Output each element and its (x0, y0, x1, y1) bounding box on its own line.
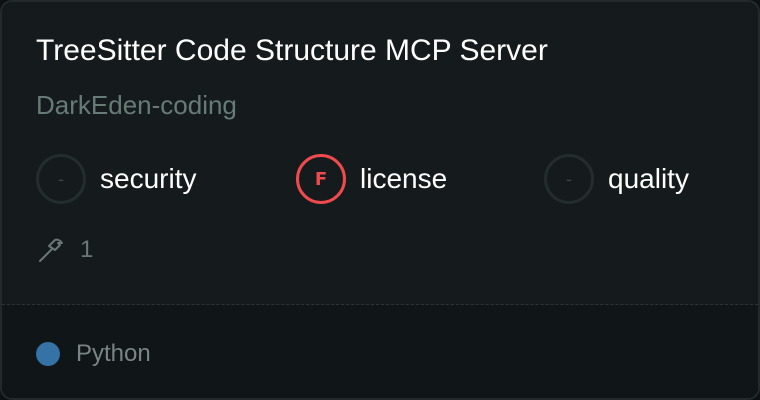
score-badges: - security F license - quality (2, 154, 758, 204)
license-badge[interactable]: F license (296, 154, 447, 204)
license-grade: F (296, 154, 346, 204)
card-footer: Python (2, 305, 758, 398)
quality-badge[interactable]: - quality (544, 154, 689, 204)
hammer-icon (39, 238, 63, 262)
quality-label: quality (608, 163, 689, 194)
language-tag: Python (36, 340, 151, 368)
language-color-dot (36, 342, 60, 366)
license-label: license (360, 163, 448, 194)
author-link[interactable]: DarkEden-coding (36, 90, 237, 121)
security-label: security (100, 163, 197, 194)
tools-count-value: 1 (80, 236, 94, 263)
server-card[interactable]: TreeSitter Code Structure MCP Server Dar… (0, 0, 760, 400)
security-badge[interactable]: - security (36, 154, 196, 204)
quality-grade: - (544, 154, 594, 204)
security-grade: - (36, 154, 86, 204)
tools-count: 1 (36, 234, 93, 266)
language-name: Python (76, 340, 151, 367)
server-title[interactable]: TreeSitter Code Structure MCP Server (36, 34, 548, 68)
